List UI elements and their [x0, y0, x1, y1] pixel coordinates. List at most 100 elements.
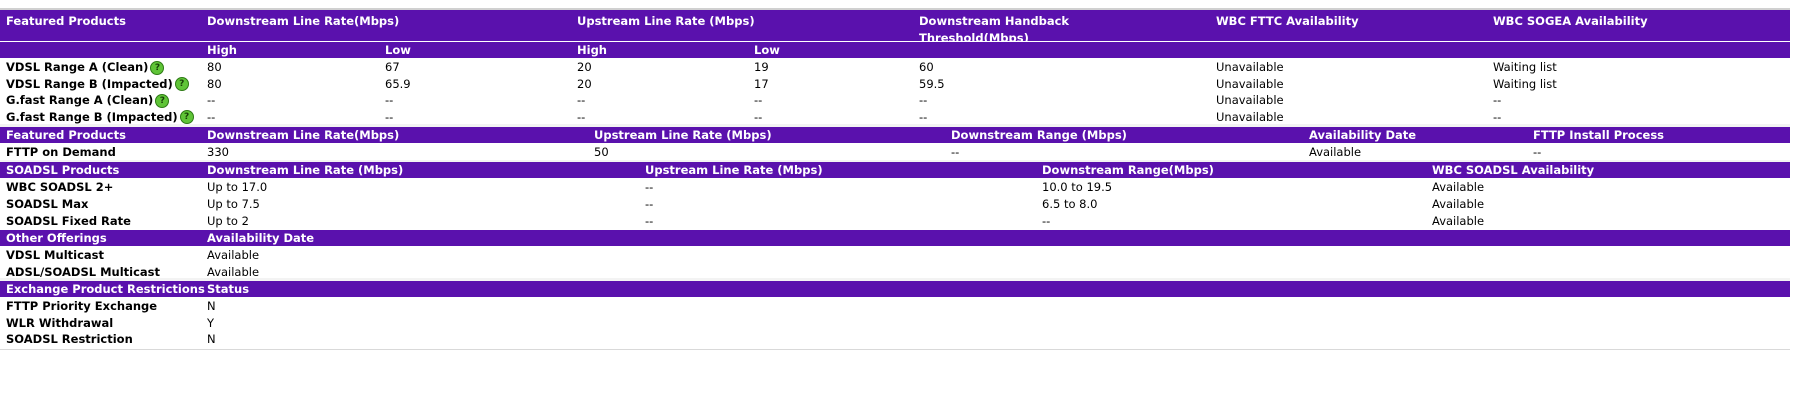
downstream-low-heading: Low	[385, 43, 411, 57]
product-name-text: WBC SOADSL 2+	[6, 180, 114, 194]
offering-name-text: VDSL Multicast	[6, 248, 104, 262]
upstream-rate: --	[645, 212, 653, 231]
upstream-low-heading: Low	[754, 43, 780, 57]
handback-heading-line1: Downstream Handback	[919, 14, 1070, 28]
availability-date-text: Available	[207, 264, 260, 279]
downstream-range-text: --	[951, 145, 960, 159]
soadsl-availability-heading: WBC SOADSL Availability	[1432, 163, 1595, 177]
soadsl-availability: Available	[1432, 212, 1484, 231]
fttc-availability-text: Unavailable	[1216, 76, 1284, 91]
sogea-availability-text: --	[1493, 109, 1502, 124]
featured-products-heading: Featured Products	[6, 14, 126, 28]
product-name-text: FTTP on Demand	[6, 145, 116, 159]
table-row: SOADSL Fixed Rate Up to 2 -- -- Available	[0, 212, 1790, 232]
fttp-date-heading: Availability Date	[1309, 128, 1417, 142]
product-name-text: SOADSL Fixed Rate	[6, 214, 131, 228]
downstream-range-text: 6.5 to 8.0	[1042, 197, 1098, 211]
availability-date-text: Available	[207, 248, 260, 262]
downstream-low-text: --	[385, 109, 394, 124]
featured-subheader: High Low High Low	[0, 41, 1790, 59]
sogea-availability-text: Waiting list	[1493, 60, 1557, 74]
soadsl-downstream-heading: Downstream Line Rate (Mbps)	[207, 163, 404, 177]
product-name: SOADSL Fixed Rate	[6, 212, 131, 231]
product-name-text: SOADSL Max	[6, 197, 89, 211]
fttp-header: Featured Products Downstream Line Rate(M…	[0, 127, 1790, 143]
upstream-low-text: --	[754, 93, 763, 107]
soadsl-range-heading: Downstream Range(Mbps)	[1042, 163, 1214, 177]
sogea-availability-heading: WBC SOGEA Availability	[1493, 14, 1648, 28]
restriction-status: N	[207, 330, 216, 349]
fttp-range-heading: Downstream Range (Mbps)	[951, 128, 1127, 142]
soadsl-header: SOADSL Products Downstream Line Rate (Mb…	[0, 162, 1790, 178]
upstream-rate-text: 50	[594, 145, 609, 159]
handback-threshold-text: --	[919, 93, 928, 107]
handback-threshold-text: --	[919, 109, 928, 124]
upstream-high-heading: High	[577, 43, 607, 57]
upstream-rate-text: --	[645, 180, 654, 194]
restriction-name-text: FTTP Priority Exchange	[6, 299, 158, 313]
downstream-rate-text: Up to 17.0	[207, 180, 268, 194]
upstream-rate-heading: Upstream Line Rate (Mbps)	[577, 14, 755, 28]
downstream-rate-text: Up to 7.5	[207, 197, 260, 211]
help-icon[interactable]: ?	[174, 77, 189, 91]
upstream-low-text: --	[754, 109, 763, 124]
table-row: SOADSL Restriction N	[0, 330, 1790, 350]
upstream-low-text: 17	[754, 76, 769, 91]
downstream-range-text: 10.0 to 19.5	[1042, 180, 1113, 194]
product-name-text: VDSL Range A (Clean)	[6, 60, 149, 74]
install-process-text: --	[1533, 145, 1542, 159]
downstream-high-text: --	[207, 93, 216, 107]
downstream-low-text: 65.9	[385, 76, 411, 91]
restriction-name: SOADSL Restriction	[6, 330, 133, 349]
product-name-text: VDSL Range B (Impacted)	[6, 76, 173, 91]
downstream-high-text: 80	[207, 60, 222, 74]
downstream-range-text: --	[1042, 214, 1051, 228]
product-name-text: G.fast Range B (Impacted)	[6, 109, 178, 124]
downstream-rate-heading: Downstream Line Rate(Mbps)	[207, 14, 400, 28]
restriction-status-text: N	[207, 299, 216, 313]
downstream-rate: Up to 2	[207, 212, 249, 231]
soadsl-products-heading: SOADSL Products	[6, 163, 120, 177]
fttp-install-heading: FTTP Install Process	[1533, 128, 1665, 142]
upstream-high-text: 20	[577, 60, 592, 74]
restrictions-status-heading: Status	[207, 282, 250, 296]
featured-header: Featured Products Downstream Line Rate(M…	[0, 10, 1790, 45]
product-name-text: G.fast Range A (Clean)	[6, 93, 154, 107]
fttc-availability-heading: WBC FTTC Availability	[1216, 14, 1359, 28]
downstream-low-text: 67	[385, 60, 400, 74]
handback-threshold-text: 60	[919, 60, 934, 74]
restriction-name-text: SOADSL Restriction	[6, 332, 133, 346]
sogea-availability-text: --	[1493, 93, 1502, 107]
downstream-high-text: --	[207, 109, 216, 124]
fttc-availability-text: Unavailable	[1216, 109, 1284, 124]
soadsl-availability-text: Available	[1432, 197, 1485, 211]
upstream-high-text: 20	[577, 76, 592, 91]
help-icon[interactable]: ?	[155, 93, 170, 108]
soadsl-availability-text: Available	[1432, 180, 1485, 194]
downstream-rate-text: Up to 2	[207, 214, 249, 228]
other-header: Other Offerings Availability Date	[0, 230, 1790, 246]
fttp-downstream-heading: Downstream Line Rate(Mbps)	[207, 128, 400, 142]
restriction-status-text: N	[207, 332, 216, 346]
downstream-range: --	[1042, 212, 1050, 231]
help-icon[interactable]: ?	[150, 60, 165, 75]
restrictions-heading: Exchange Product Restrictions	[6, 282, 205, 296]
sogea-availability-text: Waiting list	[1493, 76, 1557, 91]
help-icon[interactable]: ?	[179, 110, 194, 124]
fttp-upstream-heading: Upstream Line Rate (Mbps)	[594, 128, 772, 142]
upstream-rate-text: --	[645, 214, 654, 228]
upstream-high-text: --	[577, 109, 586, 124]
handback-threshold-text: 59.5	[919, 76, 945, 91]
availability-date-text: Available	[1309, 145, 1362, 159]
restrictions-header: Exchange Product Restrictions Status	[0, 281, 1790, 297]
soadsl-upstream-heading: Upstream Line Rate (Mbps)	[645, 163, 823, 177]
soadsl-availability-text: Available	[1432, 214, 1485, 228]
restriction-name-text: WLR Withdrawal	[6, 315, 114, 330]
other-offerings-heading: Other Offerings	[6, 231, 107, 245]
fttc-availability-text: Unavailable	[1216, 93, 1284, 107]
fttc-availability-text: Unavailable	[1216, 60, 1284, 74]
downstream-rate-text: 330	[207, 145, 229, 159]
downstream-high-text: 80	[207, 76, 222, 91]
upstream-low-text: 19	[754, 60, 769, 74]
downstream-high-heading: High	[207, 43, 237, 57]
